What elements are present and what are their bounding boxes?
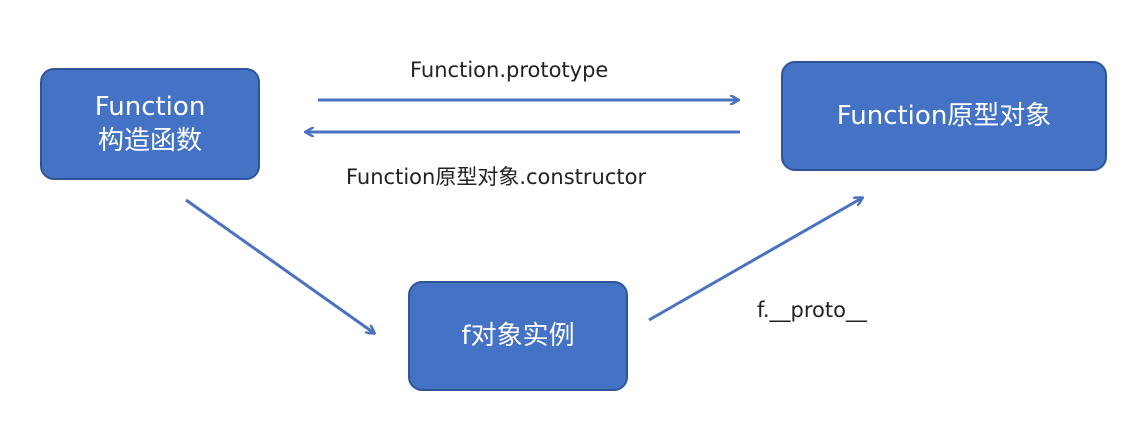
constructor-node: Function 构造函数 bbox=[40, 68, 260, 180]
edge-label-proto: f.__proto__ bbox=[757, 298, 867, 322]
constructor-node-line2: 构造函数 bbox=[97, 126, 202, 156]
prototype-node-label: Function原型对象 bbox=[836, 101, 1052, 131]
edge-label-constructor: Function原型对象.constructor bbox=[346, 165, 647, 189]
instance-node-label: f对象实例 bbox=[461, 321, 575, 351]
instance-node: f对象实例 bbox=[408, 281, 628, 391]
arrow-constructor-to-instance bbox=[185, 198, 374, 333]
prototype-node: Function原型对象 bbox=[781, 61, 1107, 171]
edge-label-prototype: Function.prototype bbox=[410, 58, 609, 82]
constructor-node-line1: Function bbox=[94, 92, 206, 122]
